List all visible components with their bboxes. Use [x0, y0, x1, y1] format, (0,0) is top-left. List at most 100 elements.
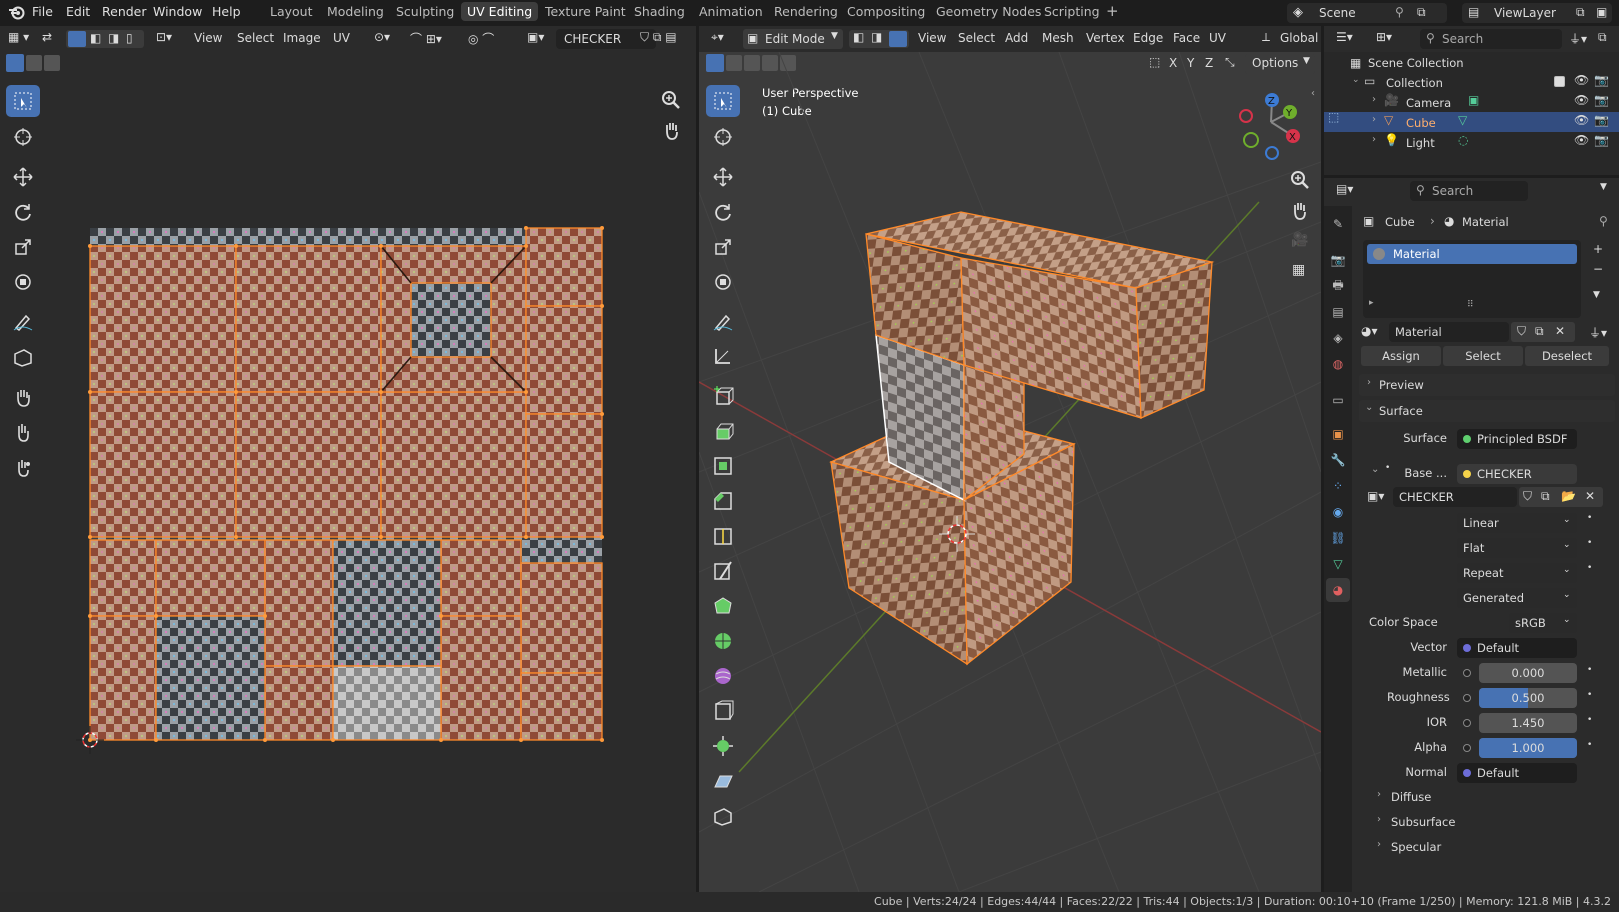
navigation-gizmo[interactable]: Z Y X	[1235, 88, 1303, 160]
ior-keyframe-icon[interactable]: •	[1587, 715, 1592, 725]
new-view-layer-icon[interactable]: ⧉	[1576, 5, 1585, 20]
unlink-image-icon[interactable]: ✕	[1585, 489, 1595, 503]
open-image-icon[interactable]: 📂	[1561, 489, 1576, 503]
material-name-field[interactable]: Material	[1389, 322, 1509, 342]
new-collection-icon[interactable]: ⧉	[1598, 30, 1607, 45]
loop-cut-tool-icon[interactable]	[706, 520, 740, 552]
scene-tab-icon[interactable]: ◈	[1328, 328, 1348, 348]
vp-menu-face[interactable]: Face	[1173, 31, 1200, 45]
knife-tool-icon[interactable]	[706, 555, 740, 587]
surface-shader-field[interactable]: Principled BSDF	[1457, 429, 1577, 449]
collection-label[interactable]: Collection	[1386, 76, 1443, 90]
preview-panel-header[interactable]: › Preview	[1359, 374, 1615, 396]
projection-dropdown[interactable]: Flat ⌄	[1457, 538, 1577, 558]
base-color-field[interactable]: CHECKER	[1457, 464, 1577, 484]
vp-menu-mesh[interactable]: Mesh	[1042, 31, 1074, 45]
light-render-icon[interactable]: 📷	[1594, 133, 1609, 147]
add-cube-tool-icon[interactable]	[706, 380, 740, 412]
collection-visibility-icon[interactable]: 👁	[1574, 73, 1589, 87]
vp-menu-vertex[interactable]: Vertex	[1086, 31, 1125, 45]
cube-render-icon[interactable]: 📷	[1594, 113, 1609, 127]
new-scene-icon[interactable]: ⧉	[1417, 5, 1426, 20]
diffuse-section[interactable]: Diffuse	[1391, 790, 1431, 804]
tool-tab-icon[interactable]: ✎	[1328, 214, 1348, 234]
properties-editor-icon[interactable]: ▤▾	[1336, 182, 1353, 196]
specular-section[interactable]: Specular	[1391, 840, 1441, 854]
cube-visibility-icon[interactable]: 👁	[1574, 113, 1589, 127]
node-image-name-field[interactable]: CHECKER	[1393, 487, 1517, 507]
vp-cursor-tool-icon[interactable]	[706, 121, 740, 153]
vertex-select-icon[interactable]: ◧	[853, 30, 864, 44]
vp-annotate-tool-icon[interactable]	[706, 305, 740, 337]
particles-tab-icon[interactable]: ⁘	[1328, 476, 1348, 496]
alpha-slider[interactable]: 1.000	[1479, 738, 1577, 758]
tab-scripting[interactable]: Scripting	[1044, 4, 1100, 19]
remove-slot-icon[interactable]: −	[1593, 262, 1603, 276]
measure-tool-icon[interactable]	[706, 340, 740, 372]
filter-icon[interactable]: ⏚▾	[1569, 30, 1587, 47]
collection-render-icon[interactable]: 📷	[1594, 73, 1609, 87]
add-slot-icon[interactable]: +	[1593, 242, 1603, 256]
edge-select-icon[interactable]: ◨	[871, 30, 882, 44]
diffuse-expand-icon[interactable]: ›	[1377, 789, 1381, 800]
display-mode-icon[interactable]: ⊞▾	[1376, 30, 1392, 44]
normal-field[interactable]: Default	[1457, 763, 1577, 783]
vp-pan-icon[interactable]	[1290, 200, 1310, 223]
tab-animation[interactable]: Animation	[699, 4, 763, 19]
camera-visibility-icon[interactable]: 👁	[1574, 93, 1589, 107]
expand-light-icon[interactable]: ›	[1372, 134, 1376, 145]
vp-menu-view[interactable]: View	[918, 31, 946, 45]
transform-orientation-icon[interactable]: ⟂	[1262, 30, 1270, 45]
unlink-material-icon[interactable]: ✕	[1555, 324, 1565, 338]
physics-tab-icon[interactable]: ◉	[1328, 502, 1348, 522]
shrink-fatten-tool-icon[interactable]	[706, 730, 740, 762]
surface-panel-header[interactable]: ⌄ Surface	[1359, 400, 1615, 422]
vp-menu-add[interactable]: Add	[1005, 31, 1028, 45]
vp-menu-select[interactable]: Select	[958, 31, 995, 45]
properties-search-field[interactable]: ⚲ Search	[1410, 181, 1528, 201]
assign-button[interactable]: Assign	[1361, 346, 1441, 366]
outliner-row-light[interactable]: › 💡 Light ◌ 👁 📷	[1324, 132, 1619, 152]
duplicate-material-icon[interactable]: ⧉	[1535, 324, 1544, 339]
collection-checkbox[interactable]	[1554, 76, 1565, 87]
base-color-collapse-icon[interactable]: ⌄	[1371, 464, 1379, 475]
extension-dropdown[interactable]: Repeat ⌄	[1457, 563, 1577, 583]
roughness-keyframe-icon[interactable]: •	[1587, 690, 1592, 700]
subsurface-section[interactable]: Subsurface	[1391, 815, 1455, 829]
metallic-socket-icon[interactable]	[1463, 669, 1471, 677]
shear-tool-icon[interactable]	[706, 765, 740, 797]
modifier-tab-icon[interactable]: 🔧	[1328, 450, 1348, 470]
subsurface-expand-icon[interactable]: ›	[1377, 814, 1381, 825]
outliner-row-camera[interactable]: › 🎥 Camera ▣ 👁 📷	[1324, 92, 1619, 112]
tab-compositing[interactable]: Compositing	[847, 4, 925, 19]
vp-transform-tool-icon[interactable]	[706, 266, 740, 298]
spin-tool-icon[interactable]	[706, 625, 740, 657]
extrude-tool-icon[interactable]	[706, 415, 740, 447]
vp-menu-edge[interactable]: Edge	[1133, 31, 1163, 45]
outliner-row-cube[interactable]: › ▽ Cube ▽ 👁 📷	[1324, 112, 1619, 132]
perspective-toggle-icon[interactable]: ▦	[1292, 262, 1305, 278]
uv-canvas[interactable]	[0, 0, 696, 892]
edge-slide-tool-icon[interactable]	[706, 695, 740, 727]
constraints-tab-icon[interactable]: ⛓	[1328, 528, 1348, 548]
scene-selector[interactable]: ◈ Scene ⚲ ⧉	[1287, 3, 1447, 23]
alpha-socket-icon[interactable]	[1463, 744, 1471, 752]
sidebar-collapse-icon[interactable]: ‹	[1311, 88, 1315, 99]
link-mode-icon[interactable]: ⏚▾	[1589, 324, 1607, 341]
duplicate-image-icon[interactable]: ⧉	[1541, 489, 1550, 504]
vp-rotate-tool-icon[interactable]	[706, 196, 740, 228]
ior-field[interactable]: 1.450	[1479, 713, 1577, 733]
interpolation-dropdown[interactable]: Linear ⌄	[1457, 513, 1577, 533]
render-tab-icon[interactable]: 📷	[1328, 250, 1348, 270]
vp-select-box-tool-icon[interactable]	[706, 85, 740, 117]
world-tab-icon[interactable]: ◍	[1328, 354, 1348, 374]
expand-camera-icon[interactable]: ›	[1372, 94, 1376, 105]
roughness-socket-icon[interactable]	[1463, 694, 1471, 702]
vp-zoom-icon[interactable]	[1290, 170, 1310, 193]
metallic-keyframe-icon[interactable]: •	[1587, 665, 1592, 675]
select-button[interactable]: Select	[1443, 346, 1523, 366]
properties-options-icon[interactable]: ▼	[1600, 182, 1607, 192]
mode-selector[interactable]: ▣ Edit Mode ▼	[743, 29, 843, 49]
remove-view-layer-icon[interactable]: ▣	[1596, 5, 1607, 19]
expand-cube-icon[interactable]: ›	[1372, 114, 1376, 125]
